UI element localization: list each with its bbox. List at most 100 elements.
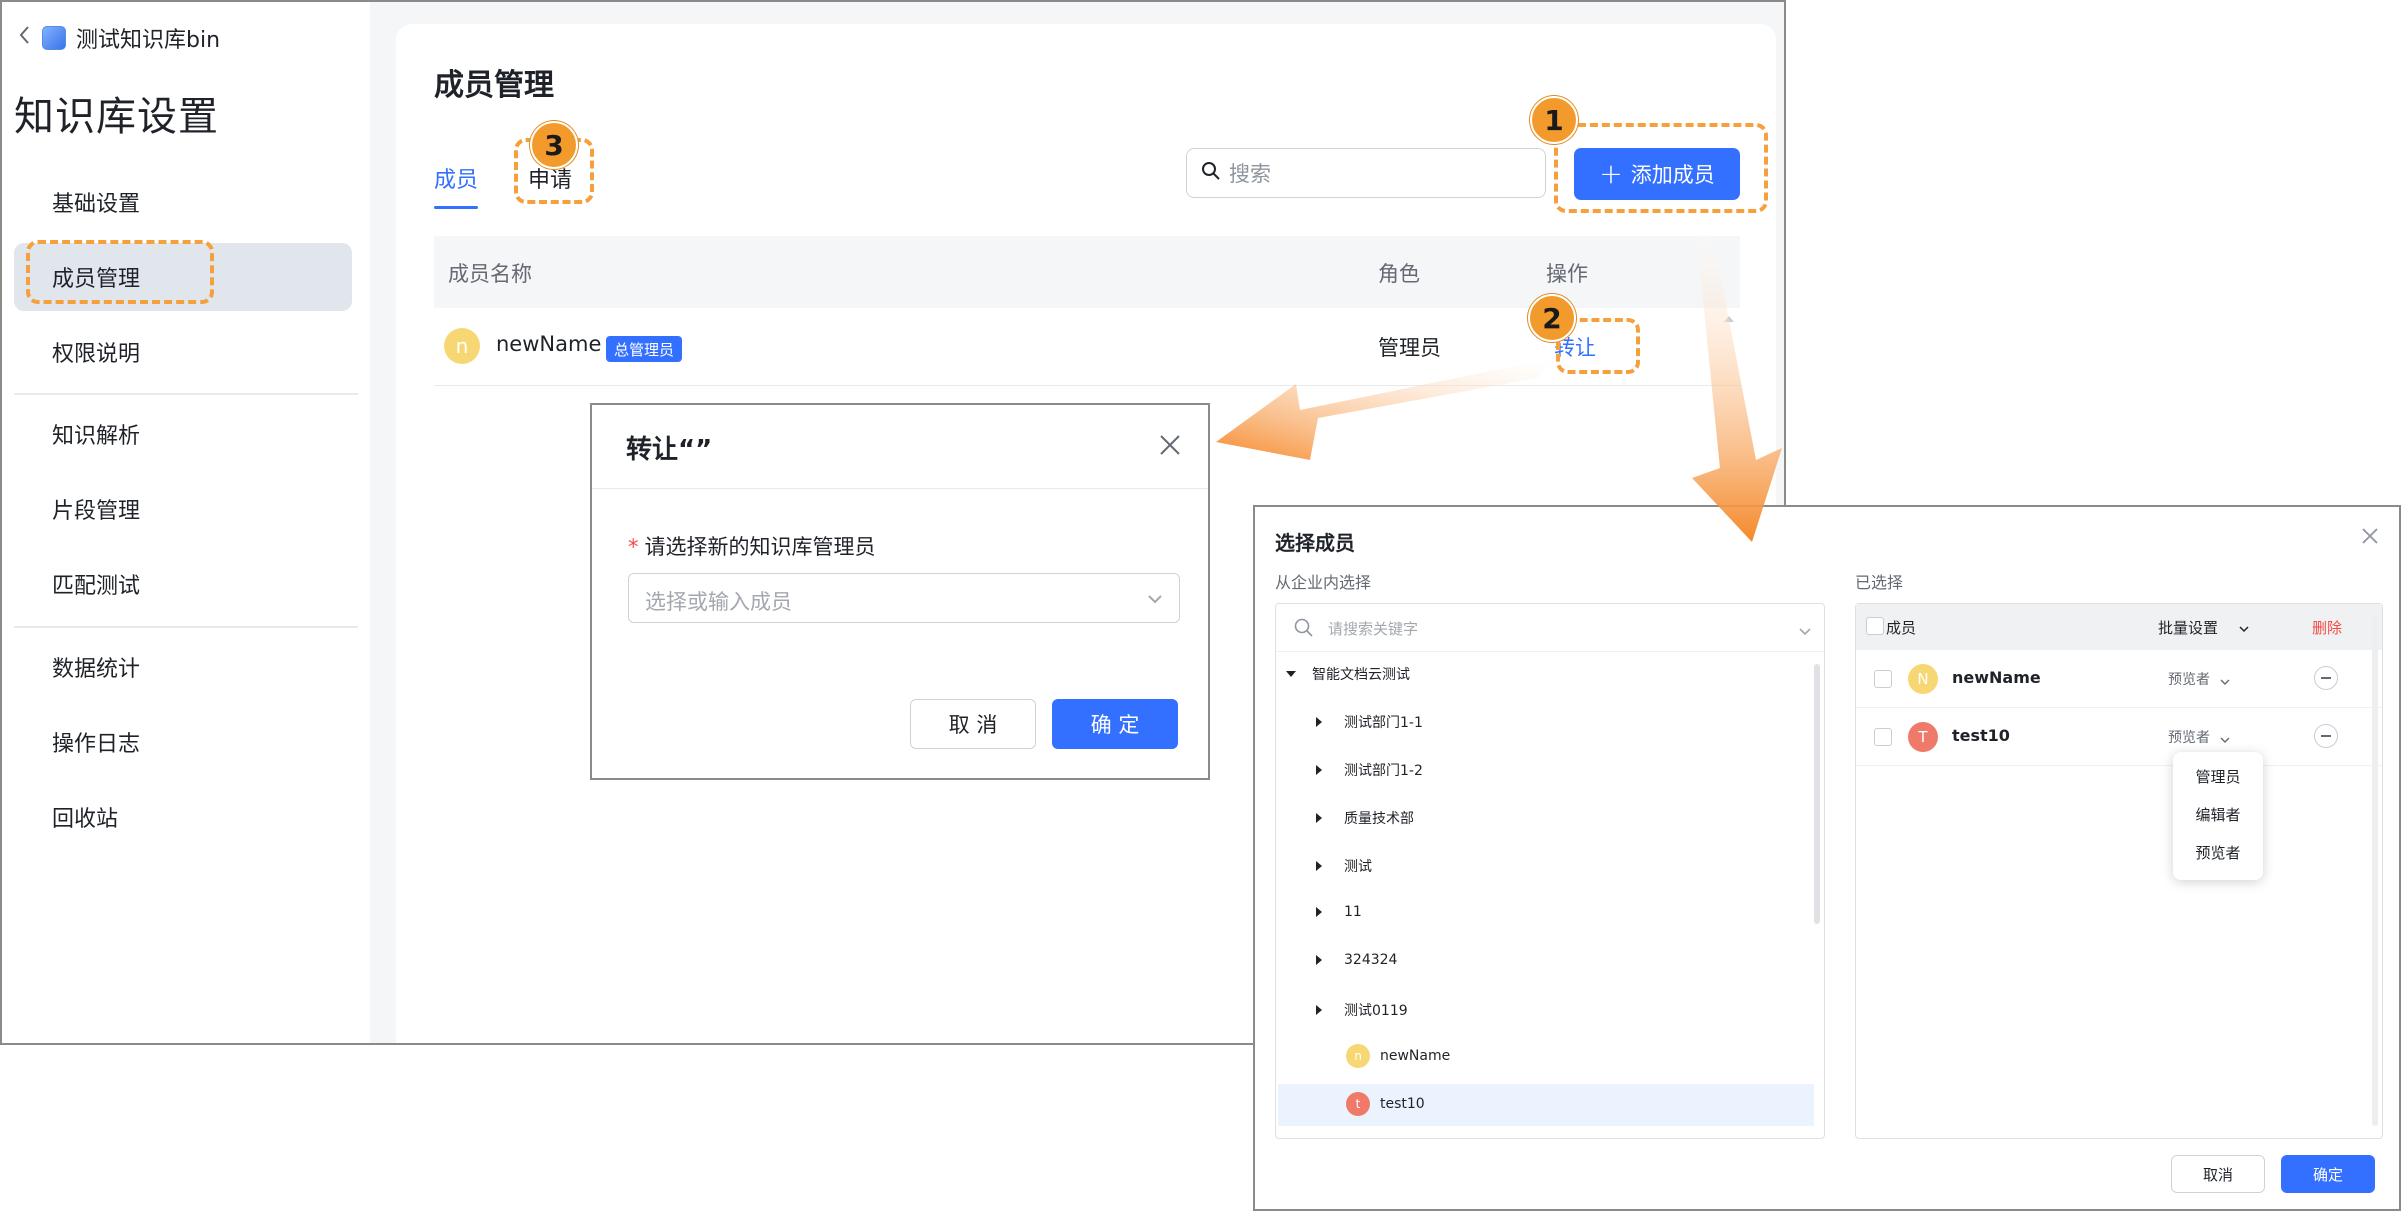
tree-member[interactable]: n newName [1346, 1044, 1450, 1068]
chevron-left-icon [18, 24, 32, 52]
dialog-title: 转让“” [626, 435, 713, 465]
sidebar-item-match-test[interactable]: 匹配测试 [14, 550, 352, 618]
tree-node-label: 质量技术部 [1344, 811, 1414, 827]
role-option-viewer[interactable]: 预览者 [2173, 842, 2263, 863]
caret-right-icon [1316, 1005, 1322, 1015]
avatar: n [444, 328, 480, 364]
close-icon[interactable] [1158, 433, 1182, 461]
tree-node-label: 324324 [1344, 952, 1398, 968]
cancel-button[interactable]: 取消 [2171, 1155, 2265, 1193]
select-all-checkbox[interactable] [1866, 617, 1884, 635]
new-admin-label-text: 请选择新的知识库管理员 [644, 535, 876, 559]
batch-settings-dropdown[interactable]: 批量设置 [2158, 617, 2218, 638]
role-menu: 管理员 编辑者 预览者 [2173, 752, 2263, 880]
tree-node-label: 智能文档云测试 [1312, 667, 1410, 683]
selected-member-name: newName [1952, 668, 2041, 687]
required-mark: * [628, 535, 639, 559]
dialog-title: 选择成员 [1275, 531, 1355, 555]
column-member-name: 成员名称 [448, 262, 532, 286]
role-option-admin[interactable]: 管理员 [2173, 766, 2263, 787]
role-dropdown[interactable]: 预览者 [2168, 727, 2210, 747]
page-title: 成员管理 [434, 68, 554, 103]
selected-header: 成员 批量设置 删除 [1856, 604, 2382, 650]
org-tree-panel: 请搜索关键字 智能文档云测试 测试部门1-1 测试部门1-2 质量技术部 测试 … [1275, 603, 1825, 1139]
tree-member[interactable]: t test10 [1346, 1092, 1425, 1116]
avatar: N [1908, 664, 1938, 694]
sidebar-item-permissions[interactable]: 权限说明 [14, 318, 352, 386]
annotation-2: 2 [1528, 294, 1576, 342]
search-icon [1294, 618, 1314, 642]
highlight-member-management [26, 240, 214, 304]
chevron-down-icon [2238, 620, 2250, 639]
caret-right-icon [1316, 765, 1322, 775]
member-role: 管理员 [1378, 336, 1441, 360]
sidebar-divider [14, 393, 358, 395]
dialog-header: 转让“” [592, 405, 1208, 489]
tree-search-placeholder: 请搜索关键字 [1328, 620, 1419, 638]
sidebar-item-segment-management[interactable]: 片段管理 [14, 475, 352, 543]
remove-icon[interactable] [2314, 724, 2338, 748]
sidebar-item-recycle-bin[interactable]: 回收站 [14, 783, 352, 851]
caret-right-icon [1316, 907, 1322, 917]
tree-node-dept[interactable]: 324324 [1316, 952, 1397, 968]
caret-down-icon [1286, 671, 1296, 677]
scroll-up-icon[interactable] [1724, 316, 1734, 322]
search-icon [1201, 161, 1221, 185]
tree-node-dept[interactable]: 测试0119 [1316, 1000, 1408, 1020]
role-option-editor[interactable]: 编辑者 [2173, 804, 2263, 825]
sidebar-item-operation-log[interactable]: 操作日志 [14, 708, 352, 776]
tree-member-name: newName [1380, 1048, 1451, 1064]
chevron-down-icon [2220, 672, 2230, 691]
caret-right-icon [1316, 813, 1322, 823]
chevron-down-icon [1798, 622, 1812, 641]
scrollbar[interactable] [2372, 616, 2378, 1126]
tree-node-dept[interactable]: 质量技术部 [1316, 808, 1414, 828]
member-select-placeholder: 选择或输入成员 [645, 590, 792, 614]
remove-icon[interactable] [2314, 666, 2338, 690]
selected-row: N newName 预览者 [1856, 650, 2382, 708]
super-admin-badge: 总管理员 [606, 336, 683, 362]
tree-node-label: 测试 [1344, 859, 1372, 875]
sidebar-item-basic-settings[interactable]: 基础设置 [14, 168, 352, 236]
delete-button[interactable]: 删除 [2312, 617, 2342, 638]
selected-row: T test10 预览者 [1856, 708, 2382, 766]
tree-node-dept[interactable]: 测试部门1-1 [1316, 712, 1423, 732]
search-input[interactable]: 搜索 [1186, 148, 1546, 198]
selected-members-panel: 成员 批量设置 删除 N newName 预览者 T test10 预览者 [1855, 603, 2383, 1139]
row-checkbox[interactable] [1874, 670, 1892, 688]
tree-node-dept[interactable]: 测试部门1-2 [1316, 760, 1423, 780]
sidebar-item-statistics[interactable]: 数据统计 [14, 633, 352, 701]
confirm-button[interactable]: 确 定 [1052, 699, 1178, 749]
tree-node-label: 测试0119 [1344, 1003, 1408, 1019]
tree-search-input[interactable]: 请搜索关键字 [1276, 604, 1824, 652]
tree-node-root[interactable]: 智能文档云测试 [1286, 664, 1410, 684]
confirm-button[interactable]: 确定 [2281, 1155, 2375, 1193]
tree-node-dept[interactable]: 测试 [1316, 856, 1372, 876]
annotation-1: 1 [1530, 96, 1578, 144]
tab-members[interactable]: 成员 [434, 162, 478, 194]
tree-node-label: 测试部门1-2 [1344, 763, 1423, 779]
close-icon[interactable] [2361, 527, 2379, 549]
scrollbar[interactable] [1814, 664, 1820, 924]
row-checkbox[interactable] [1874, 728, 1892, 746]
highlight-add-member [1554, 123, 1768, 213]
cancel-button[interactable]: 取 消 [910, 699, 1036, 749]
back-link[interactable]: 测试知识库bin [18, 20, 220, 56]
kb-name: 测试知识库bin [76, 28, 221, 53]
sidebar-title: 知识库设置 [14, 94, 219, 140]
tree-node-dept[interactable]: 11 [1316, 904, 1362, 920]
column-action: 操作 [1546, 262, 1588, 286]
caret-right-icon [1316, 861, 1322, 871]
sidebar-item-knowledge-parsing[interactable]: 知识解析 [14, 400, 352, 468]
member-select[interactable]: 选择或输入成员 [628, 573, 1180, 623]
role-dropdown[interactable]: 预览者 [2168, 669, 2210, 689]
avatar: n [1346, 1044, 1370, 1068]
sidebar: 测试知识库bin 知识库设置 基础设置 成员管理 权限说明 知识解析 片段管理 … [2, 2, 370, 1043]
transfer-dialog: 转让“” * 请选择新的知识库管理员 选择或输入成员 取 消 确 定 [590, 403, 1210, 780]
selected-label: 已选择 [1855, 573, 1904, 592]
selected-member-name: test10 [1952, 726, 2010, 745]
search-placeholder: 搜索 [1229, 162, 1271, 186]
active-tab-indicator [434, 206, 478, 209]
chevron-down-icon [2220, 730, 2230, 749]
tree-node-label: 测试部门1-1 [1344, 715, 1423, 731]
